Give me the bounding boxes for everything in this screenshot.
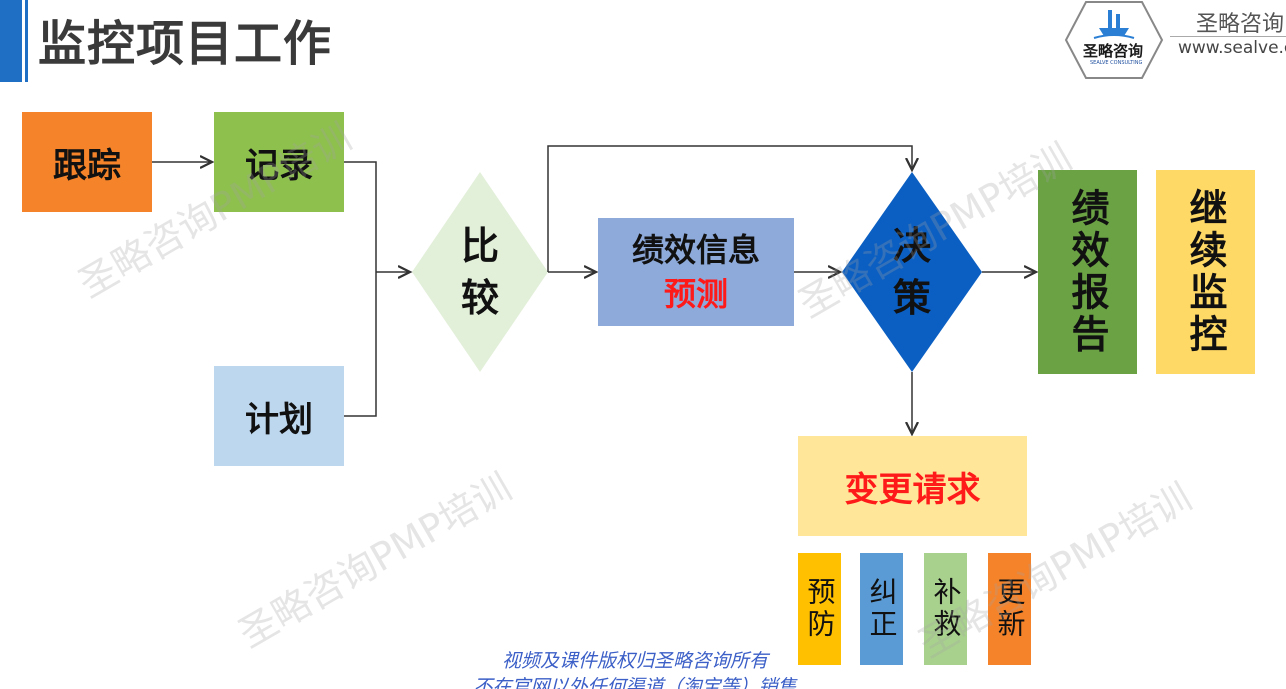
node-compare: 比 较 [412,172,548,372]
compare-label-2: 较 [460,276,499,320]
node-preventive: 预防 [798,553,841,665]
node-record: 记录 [214,112,344,212]
line-plan-merge [344,272,377,417]
node-update: 更新 [988,553,1031,665]
node-change-request: 变更请求 [798,436,1027,536]
node-performance-report: 绩效报告 [1038,170,1137,374]
node-track: 跟踪 [22,112,152,212]
forecast-label: 预测 [663,275,728,313]
perf-info-label: 绩效信息 [631,231,760,269]
copyright-footer: 视频及课件版权归圣略咨询所有 不在官网以外任何渠道（淘宝等）销售 [470,648,800,689]
line-record-merge [344,161,377,272]
node-corrective: 纠正 [860,553,903,665]
node-decide: 决 策 [842,172,982,372]
node-plan: 计划 [214,366,344,466]
node-remedial: 补救 [924,553,967,665]
decide-label-2: 策 [892,276,931,320]
footer-line-1: 视频及课件版权归圣略咨询所有 [501,650,768,672]
node-continue-monitor: 继续监控 [1156,170,1255,374]
decide-label-1: 决 [892,224,931,268]
compare-label-1: 比 [460,224,499,268]
node-performance-info: 绩效信息 预测 [598,218,794,326]
footer-line-2: 不在官网以外任何渠道（淘宝等）销售 [473,676,797,689]
